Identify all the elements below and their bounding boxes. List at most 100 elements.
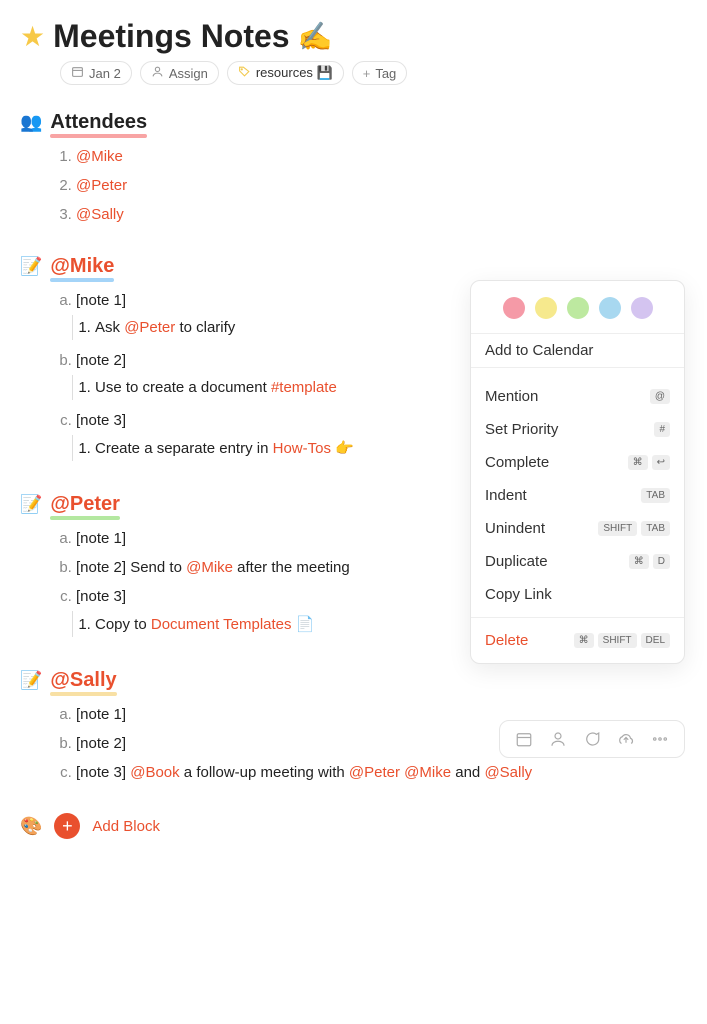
section-attendees: 👥 Attendees @Mike @Peter @Sally: [20, 111, 687, 229]
mention[interactable]: @Book: [130, 764, 179, 781]
text: Ask: [95, 319, 124, 336]
text: after the meeting: [233, 559, 350, 576]
note-label: [note 2]: [76, 735, 126, 752]
hashtag[interactable]: #template: [271, 379, 337, 396]
mike-title-text: @Mike: [50, 255, 114, 277]
person-icon: [151, 65, 164, 81]
upload-icon[interactable]: [616, 729, 636, 749]
underline-red: [50, 134, 147, 138]
key: D: [653, 554, 670, 569]
writing-hand-icon: ✍️: [298, 20, 333, 53]
underline-yellow: [50, 692, 116, 696]
note-label: [note 2]: [76, 352, 126, 369]
mention[interactable]: @Sally: [76, 206, 124, 223]
add-tag-pill[interactable]: + Tag: [352, 61, 408, 85]
menu-label: Duplicate: [485, 553, 548, 570]
note-icon: 📝: [20, 256, 42, 277]
key: ⌘: [574, 633, 594, 648]
key: DEL: [641, 633, 670, 648]
tag-icon: [238, 65, 251, 81]
menu-group: Mention @ Set Priority # Complete ⌘ ↩ In…: [471, 368, 684, 617]
assign-label: Assign: [169, 66, 208, 81]
mention[interactable]: @Sally: [484, 764, 532, 781]
text: Create a separate entry in: [95, 440, 273, 457]
menu-complete[interactable]: Complete ⌘ ↩: [471, 446, 684, 479]
menu-mention[interactable]: Mention @: [471, 374, 684, 413]
mention[interactable]: @Mike: [76, 148, 123, 165]
menu-duplicate[interactable]: Duplicate ⌘ D: [471, 545, 684, 578]
color-yellow[interactable]: [535, 297, 557, 319]
note-icon: 📝: [20, 670, 42, 691]
color-blue[interactable]: [599, 297, 621, 319]
note-label: [note 1]: [76, 292, 126, 309]
title-row: ★ Meetings Notes ✍️: [20, 18, 687, 55]
mention[interactable]: @Mike: [186, 559, 233, 576]
link[interactable]: How-Tos: [273, 440, 331, 457]
mike-title[interactable]: @Mike: [50, 255, 114, 278]
meta-row: Jan 2 Assign resources 💾 + Tag: [60, 61, 687, 85]
add-tag-label: Tag: [375, 66, 396, 81]
note-label: [note 3]: [76, 412, 126, 429]
tag-resources-pill[interactable]: resources 💾: [227, 61, 344, 85]
pointing-hand-icon: 👉: [335, 440, 354, 457]
key: TAB: [641, 521, 670, 536]
mention[interactable]: @Peter: [349, 764, 400, 781]
underline-green: [50, 516, 120, 520]
sally-title-text: @Sally: [50, 669, 116, 691]
color-pink[interactable]: [503, 297, 525, 319]
list-item[interactable]: @Mike: [76, 142, 687, 171]
peter-title-text: @Peter: [50, 493, 120, 515]
note-label: [note 1]: [76, 706, 126, 723]
key: ⌘: [629, 554, 649, 569]
attendees-list: @Mike @Peter @Sally: [20, 142, 687, 229]
menu-label: Copy Link: [485, 586, 552, 603]
menu-label: Delete: [485, 632, 528, 649]
text: and: [451, 764, 484, 781]
note-icon: 📝: [20, 494, 42, 515]
color-picker-row: [471, 281, 684, 333]
menu-copy-link[interactable]: Copy Link: [471, 578, 684, 611]
add-block-button[interactable]: +: [54, 813, 80, 839]
assign-pill[interactable]: Assign: [140, 61, 219, 85]
star-icon[interactable]: ★: [20, 20, 45, 53]
peter-title[interactable]: @Peter: [50, 493, 120, 516]
date-pill[interactable]: Jan 2: [60, 61, 132, 85]
palette-icon[interactable]: 🎨: [20, 816, 42, 837]
text: to clarify: [175, 319, 235, 336]
people-icon: 👥: [20, 112, 42, 133]
color-purple[interactable]: [631, 297, 653, 319]
mention[interactable]: @Peter: [76, 177, 127, 194]
menu-delete[interactable]: Delete ⌘ SHIFT DEL: [471, 618, 684, 663]
menu-label: Set Priority: [485, 421, 558, 438]
mention[interactable]: @Mike: [404, 764, 451, 781]
calendar-icon: [71, 65, 84, 81]
attendees-title[interactable]: Attendees: [50, 111, 147, 134]
menu-indent[interactable]: Indent TAB: [471, 479, 684, 512]
page-title[interactable]: Meetings Notes: [53, 18, 289, 55]
menu-unindent[interactable]: Unindent SHIFT TAB: [471, 512, 684, 545]
menu-add-to-calendar[interactable]: Add to Calendar: [471, 334, 684, 367]
key: TAB: [641, 488, 670, 503]
tag-resources-label: resources 💾: [256, 65, 333, 81]
text: [note 3]: [76, 764, 130, 781]
calendar-icon[interactable]: [514, 729, 534, 749]
mini-toolbar: [499, 720, 685, 758]
list-item[interactable]: @Peter: [76, 171, 687, 200]
add-block-label[interactable]: Add Block: [92, 818, 160, 835]
color-green[interactable]: [567, 297, 589, 319]
note-label: [note 3]: [76, 588, 126, 605]
list-item[interactable]: [note 3] @Book a follow-up meeting with …: [76, 758, 687, 787]
chat-icon[interactable]: [582, 729, 602, 749]
mention[interactable]: @Peter: [124, 319, 175, 336]
plus-icon: +: [363, 66, 371, 81]
page-icon: 📄: [296, 616, 315, 633]
more-icon[interactable]: [650, 729, 670, 749]
menu-set-priority[interactable]: Set Priority #: [471, 413, 684, 446]
person-icon[interactable]: [548, 729, 568, 749]
menu-label: Complete: [485, 454, 549, 471]
key: SHIFT: [598, 633, 637, 648]
sally-title[interactable]: @Sally: [50, 669, 116, 692]
link[interactable]: Document Templates: [151, 616, 292, 633]
key: @: [650, 389, 670, 404]
list-item[interactable]: @Sally: [76, 200, 687, 229]
